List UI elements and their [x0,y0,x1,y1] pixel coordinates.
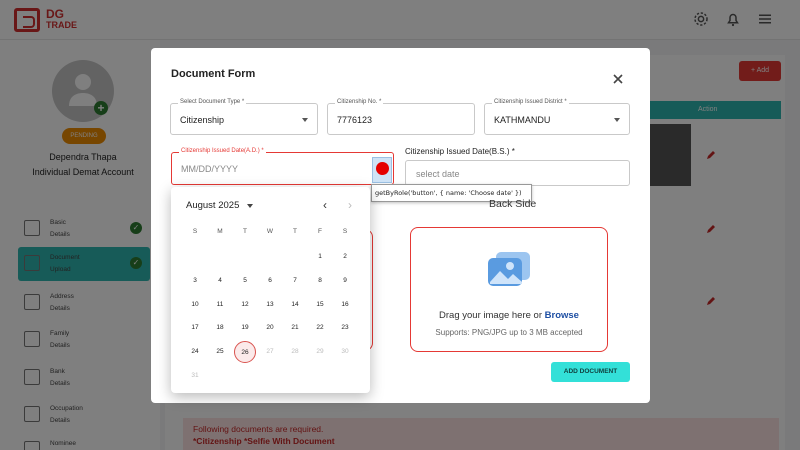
field-label: Citizenship Issued District * [492,99,569,105]
calendar-day[interactable]: 1 [309,246,331,268]
click-marker [376,162,389,175]
field-placeholder: MM/DD/YYYY [181,164,239,174]
issued-date-bs-input[interactable]: select date [405,160,630,186]
issued-date-ad-field[interactable]: Citizenship Issued Date(A.D.) * MM/DD/YY… [171,148,394,185]
calendar-day: 27 [266,348,274,356]
calendar-day-today[interactable]: 26 [234,341,256,364]
field-placeholder: select date [416,169,460,179]
calendar-day[interactable]: 18 [209,317,231,339]
dropzone-text: Drag your image here or [439,310,545,321]
calendar-day[interactable]: 21 [284,317,306,339]
field-label: Citizenship No. * [335,99,384,105]
weekday-header: M [217,228,223,235]
field-value: KATHMANDU [494,115,551,125]
weekday-header: S [342,228,348,235]
calendar-day: 28 [291,348,299,356]
calendar-day[interactable]: 14 [284,294,306,316]
chevron-down-icon [614,118,620,122]
field-label: Select Document Type * [178,99,247,105]
calendar-day[interactable]: 6 [259,270,281,292]
browse-link[interactable]: Browse [545,310,579,321]
weekday-header: T [293,228,297,235]
calendar-day[interactable]: 23 [334,317,356,339]
citizenship-number-field[interactable]: Citizenship No. * 7776123 [327,99,475,135]
calendar-day[interactable]: 3 [184,270,206,292]
weekday-header: T [243,228,247,235]
calendar-day: 30 [341,348,349,356]
calendar-day[interactable]: 5 [234,270,256,292]
back-side-title: Back Side [489,198,537,210]
calendar-day[interactable]: 7 [284,270,306,292]
calendar-day[interactable]: 10 [184,294,206,316]
add-document-button[interactable]: ADD DOCUMENT [551,362,630,382]
calendar-day[interactable]: 9 [334,270,356,292]
calendar-day[interactable]: 17 [184,317,206,339]
calendar-day[interactable]: 2 [334,246,356,268]
weekday-header: F [318,228,322,235]
field-value: 7776123 [337,115,373,125]
calendar-day[interactable]: 11 [209,294,231,316]
calendar-day[interactable]: 24 [184,341,206,363]
calendar-day[interactable]: 16 [334,294,356,316]
dropzone-subtext: Supports: PNG/JPG up to 3 MB accepted [435,328,583,337]
calendar-day[interactable]: 19 [234,317,256,339]
calendar-day[interactable]: 13 [259,294,281,316]
calendar-day: 31 [191,372,199,379]
field-label: Citizenship Issued Date(A.D.) * [179,148,266,154]
calendar-month-label[interactable]: August 2025 [186,200,239,211]
issued-date-bs-label: Citizenship Issued Date(B.S.) * [405,147,515,156]
calendar-day[interactable]: 22 [309,317,331,339]
issued-district-select[interactable]: Citizenship Issued District * KATHMANDU [484,99,630,135]
document-type-select[interactable]: Select Document Type * Citizenship [170,99,318,135]
chevron-down-icon [302,118,308,122]
chevron-down-icon[interactable] [247,204,253,208]
chevron-left-icon[interactable]: ‹ [323,198,327,212]
date-picker-popup: August 2025 ‹ › S M T W T F S 1 2 3 4 5 6 7 8 9 10 11 12 13… [171,187,370,393]
chevron-right-icon[interactable]: › [348,198,352,212]
weekday-header: W [266,228,274,235]
modal-title: Document Form [171,68,256,80]
calendar-day: 29 [316,348,324,356]
field-value: Citizenship [180,115,225,125]
calendar-day[interactable]: 15 [309,294,331,316]
image-upload-icon [488,252,530,286]
calendar-day[interactable]: 12 [234,294,256,316]
calendar-day[interactable]: 20 [259,317,281,339]
close-icon[interactable] [611,72,625,86]
calendar-day[interactable]: 8 [309,270,331,292]
weekday-header: S [192,228,198,235]
calendar-day[interactable]: 25 [209,341,231,363]
calendar-day[interactable]: 4 [209,270,231,292]
